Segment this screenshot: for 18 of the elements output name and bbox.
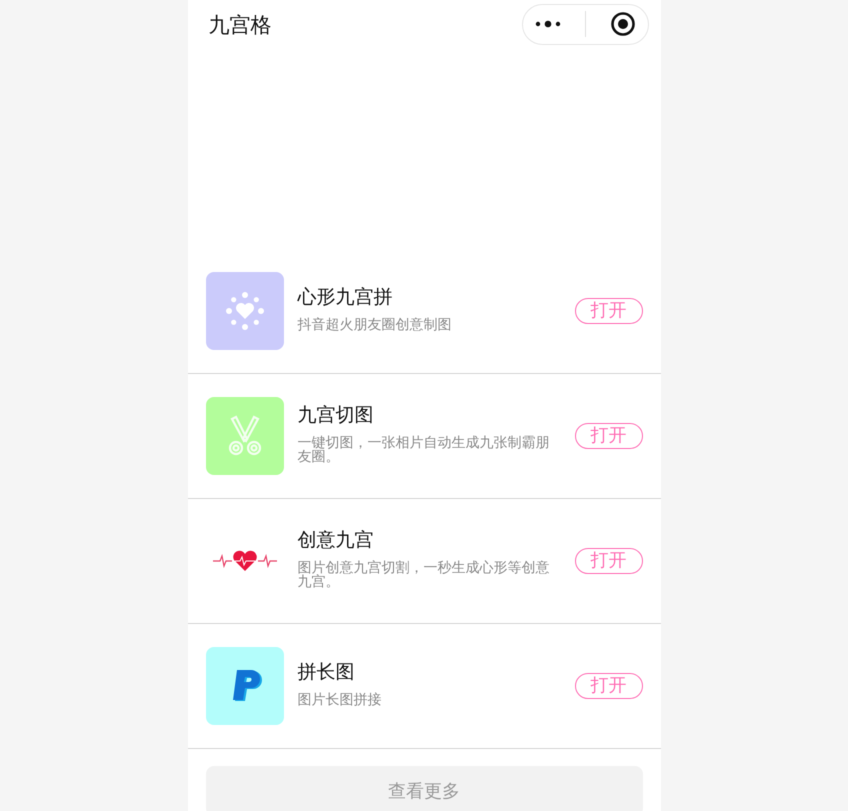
heart-icon <box>224 291 264 331</box>
app-description: 图片创意九宫切割，一秒生成心形等创意九宫。 <box>298 561 550 589</box>
open-button[interactable]: 打开 <box>574 548 642 574</box>
more-icon[interactable] <box>534 19 562 29</box>
app-title: 创意九宫 <box>298 528 374 553</box>
open-button[interactable]: 打开 <box>574 423 642 449</box>
heartbeat-icon <box>212 549 278 573</box>
view-more-button[interactable]: 查看更多 <box>206 766 642 811</box>
open-button[interactable]: 打开 <box>574 673 642 699</box>
app-title: 心形九宫拼 <box>298 285 394 310</box>
app-title: 拼长图 <box>298 660 356 685</box>
app-title: 九宫切图 <box>298 403 374 428</box>
page-title: 九宫格 <box>208 12 272 39</box>
app-description: 图片长图拼接 <box>298 693 382 707</box>
open-button[interactable]: 打开 <box>574 298 642 324</box>
app-description: 抖音超火朋友圈创意制图 <box>298 318 452 332</box>
scissors-icon <box>226 415 262 457</box>
app-description: 一键切图，一张相片自动生成九张制霸朋友圈。 <box>298 436 550 464</box>
